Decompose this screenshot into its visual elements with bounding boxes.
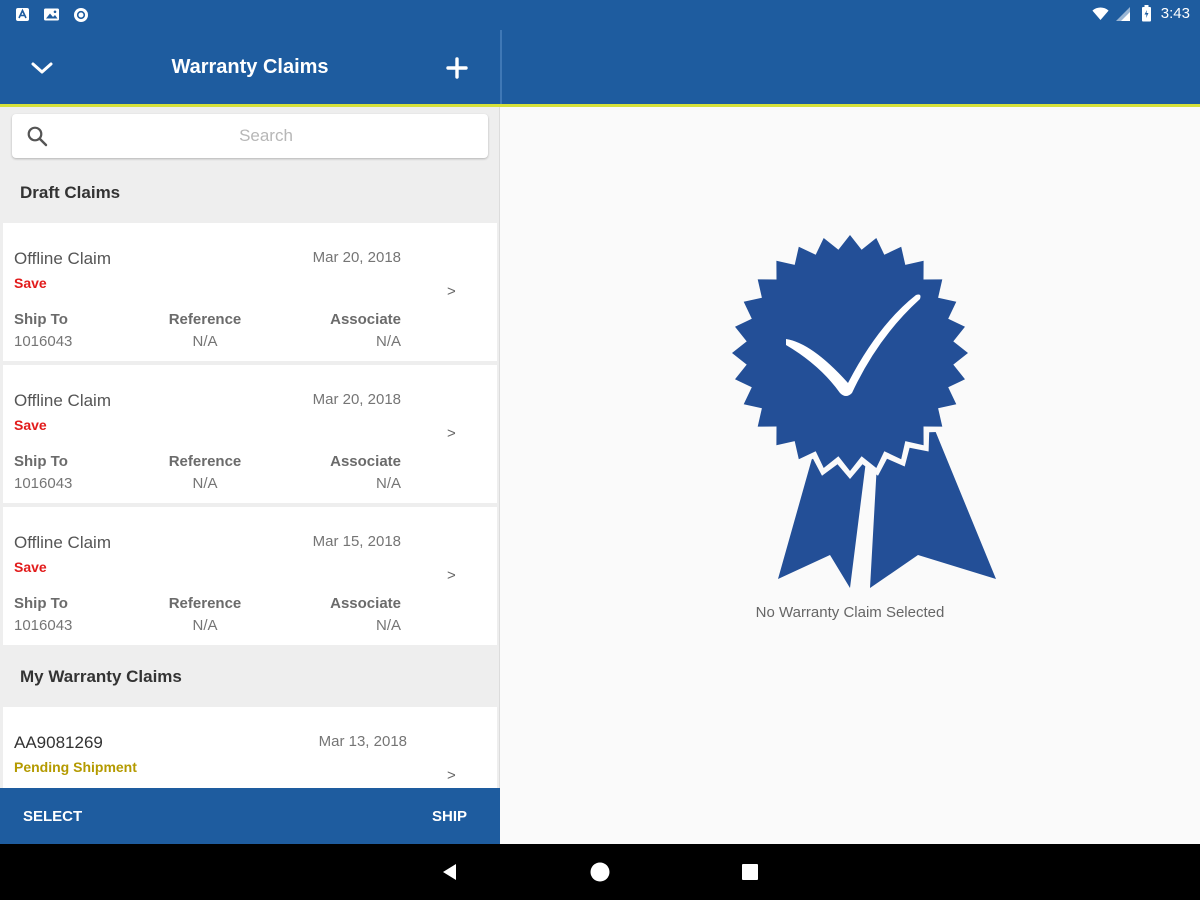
chevron-right-icon: > bbox=[447, 567, 456, 584]
associate-label: Associate bbox=[330, 595, 401, 612]
screen: 3:43 Warranty Claims Draft Claims Offlin… bbox=[0, 0, 1200, 900]
search-input[interactable] bbox=[56, 114, 476, 158]
search-bar bbox=[12, 114, 488, 158]
ship-to-value: 1016043 bbox=[14, 333, 73, 350]
sync-notification-icon bbox=[72, 6, 89, 23]
associate-label: Associate bbox=[330, 311, 401, 328]
bottom-action-bar: SELECT SHIP bbox=[0, 788, 500, 844]
reference-value: N/A bbox=[192, 475, 218, 492]
ship-to-label: Ship To bbox=[14, 453, 68, 470]
claim-date: Mar 20, 2018 bbox=[312, 391, 401, 408]
reference-label: Reference bbox=[168, 595, 242, 612]
claim-date: Mar 15, 2018 bbox=[312, 533, 401, 550]
cell-signal-icon bbox=[1115, 5, 1132, 22]
ship-button[interactable]: SHIP bbox=[432, 788, 467, 844]
claim-date: Mar 13, 2018 bbox=[318, 733, 407, 750]
select-button[interactable]: SELECT bbox=[23, 788, 82, 844]
recents-button[interactable] bbox=[738, 860, 762, 884]
back-triangle-icon bbox=[443, 864, 456, 880]
claim-title: AA9081269 bbox=[14, 733, 103, 752]
home-circle-icon bbox=[590, 862, 610, 882]
plus-icon bbox=[446, 57, 468, 79]
chevron-right-icon: > bbox=[447, 767, 456, 784]
empty-state-message: No Warranty Claim Selected bbox=[755, 604, 945, 621]
app-notification-icon bbox=[14, 6, 31, 23]
master-app-bar: Warranty Claims bbox=[0, 30, 500, 104]
notification-icons bbox=[14, 6, 89, 23]
search-icon bbox=[27, 126, 48, 147]
warranty-claim-item[interactable]: AA9081269 Pending Shipment Mar 13, 2018 … bbox=[3, 707, 497, 788]
reference-label: Reference bbox=[168, 311, 242, 328]
award-ribbon-check-icon bbox=[724, 233, 996, 588]
associate-value: N/A bbox=[375, 475, 401, 492]
reference-label: Reference bbox=[168, 453, 242, 470]
draft-claim-item[interactable]: Offline Claim Save Mar 20, 2018 > Ship T… bbox=[3, 223, 497, 361]
associate-value: N/A bbox=[375, 333, 401, 350]
draft-claim-item[interactable]: Offline Claim Save Mar 20, 2018 > Ship T… bbox=[3, 365, 497, 503]
ship-to-value: 1016043 bbox=[14, 617, 73, 634]
claim-detail-pane: No Warranty Claim Selected bbox=[500, 107, 1200, 844]
page-title: Warranty Claims bbox=[171, 56, 329, 78]
recents-square-icon bbox=[742, 864, 758, 880]
system-status: 3:43 bbox=[1092, 5, 1190, 22]
status-bar: 3:43 bbox=[0, 0, 1200, 30]
ship-to-value: 1016043 bbox=[14, 475, 73, 492]
claim-status: Save bbox=[14, 559, 47, 575]
draft-claim-item[interactable]: Offline Claim Save Mar 15, 2018 > Ship T… bbox=[3, 507, 497, 645]
claim-status: Save bbox=[14, 417, 47, 433]
home-button[interactable] bbox=[588, 860, 612, 884]
chevron-right-icon: > bbox=[447, 425, 456, 442]
battery-icon bbox=[1138, 5, 1155, 22]
detail-app-bar bbox=[502, 30, 1200, 104]
claim-date: Mar 20, 2018 bbox=[312, 249, 401, 266]
ship-to-label: Ship To bbox=[14, 311, 68, 328]
associate-value: N/A bbox=[375, 617, 401, 634]
back-button[interactable] bbox=[438, 860, 462, 884]
ship-to-label: Ship To bbox=[14, 595, 68, 612]
claims-list-pane[interactable]: Draft Claims Offline Claim Save Mar 20, … bbox=[0, 107, 500, 788]
claim-title: Offline Claim bbox=[14, 533, 111, 552]
section-header-my-warranty-claims: My Warranty Claims bbox=[0, 649, 500, 705]
wifi-icon bbox=[1092, 5, 1109, 22]
reference-value: N/A bbox=[192, 617, 218, 634]
add-claim-button[interactable] bbox=[437, 48, 477, 88]
status-time: 3:43 bbox=[1160, 5, 1190, 22]
section-header-draft-claims: Draft Claims bbox=[0, 165, 500, 221]
reference-value: N/A bbox=[192, 333, 218, 350]
claim-status: Pending Shipment bbox=[14, 759, 137, 775]
system-nav-bar bbox=[0, 844, 1200, 900]
claim-status: Save bbox=[14, 275, 47, 291]
image-notification-icon bbox=[43, 6, 60, 23]
claim-title: Offline Claim bbox=[14, 249, 111, 268]
associate-label: Associate bbox=[330, 453, 401, 470]
chevron-right-icon: > bbox=[447, 283, 456, 300]
claim-title: Offline Claim bbox=[14, 391, 111, 410]
